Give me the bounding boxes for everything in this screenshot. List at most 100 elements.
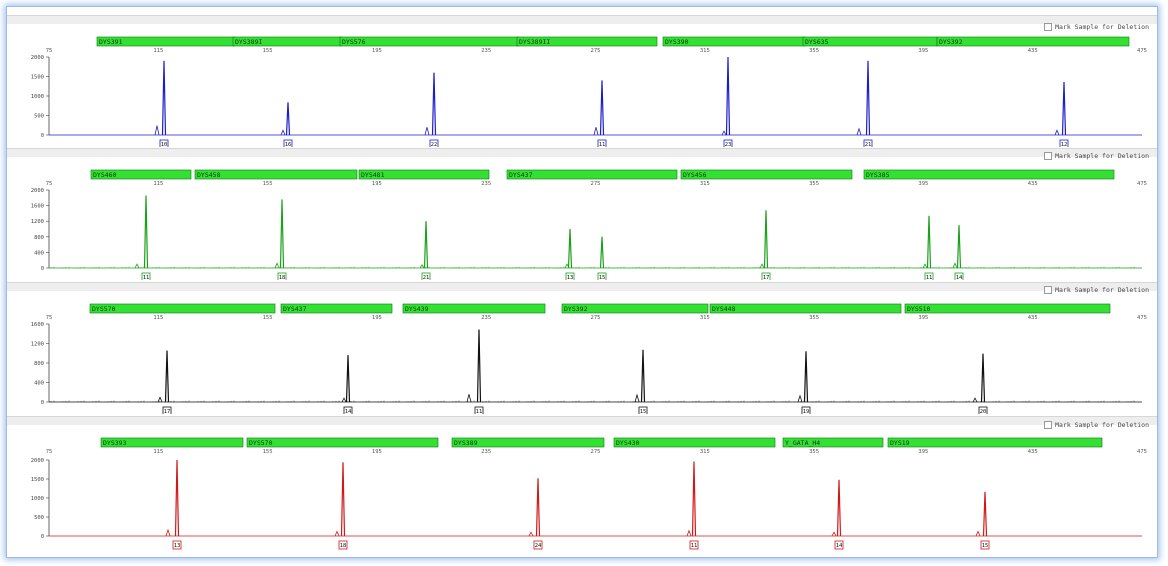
green-trace-plot[interactable]: DYS460 DYS458 DYS481 DYS437 DYS456 DYS385 75 11… [7, 148, 1157, 280]
allele-peak [161, 60, 167, 136]
marker-bin [936, 36, 1130, 47]
marker-name: DYS635 [805, 38, 829, 46]
allele-call-label: 17 [164, 409, 171, 414]
allele-call-label: 12 [1061, 142, 1068, 147]
stutter-peak [686, 529, 692, 537]
stutter-peak [419, 264, 425, 269]
allele-call-label: 21 [423, 275, 430, 280]
size-tick-label: 395 [918, 315, 928, 321]
size-tick-label: 115 [153, 181, 163, 187]
allele-call-label: 16 [285, 142, 292, 147]
allele-call-label: 14 [836, 543, 843, 549]
size-tick-label: 115 [153, 48, 163, 54]
size-tick-label: 275 [591, 449, 601, 455]
allele-peak [763, 210, 769, 269]
stutter-peak [721, 130, 727, 136]
allele-call-label: 13 [567, 275, 574, 280]
marker-name: DYS385 [866, 171, 890, 179]
size-tick-label: 435 [1028, 315, 1038, 321]
red-trace-plot[interactable]: DYS393 DYS570 DYS389 DYS430 Y_GATA_H4 DYS19 75… [7, 416, 1157, 554]
allele-peak [345, 355, 351, 403]
size-tick-label: 315 [700, 315, 710, 321]
allele-peak [980, 353, 986, 403]
allele-call-label: 15 [982, 543, 989, 549]
y-tick-label: 1200 [31, 219, 44, 225]
allele-call-label: 11 [691, 543, 698, 549]
blue-trace-plot[interactable]: DYS391 DYS389I DYS576 DYS389II DYS390 DYS635 D… [7, 15, 1157, 147]
marker-name: DYS448 [712, 305, 736, 313]
marker-name: DYS430 [616, 439, 640, 447]
allele-peak [285, 102, 291, 136]
allele-call-label: 15 [599, 275, 606, 280]
size-tick-label: 475 [1137, 48, 1147, 54]
size-tick-label: 475 [1137, 181, 1147, 187]
marker-bin [506, 169, 678, 180]
red-dye-panel: Mark Sample for Deletion DYS393 DYS570 DYS… [7, 416, 1157, 554]
size-tick-label: 195 [372, 315, 382, 321]
size-tick-label: 355 [809, 181, 819, 187]
allele-peak [640, 349, 646, 403]
marker-name: DYS439 [405, 305, 429, 313]
allele-peak [340, 462, 346, 537]
size-tick-label: 475 [1137, 449, 1147, 455]
allele-call-label: 21 [865, 142, 872, 147]
allele-peak [725, 56, 731, 136]
y-tick-label: 800 [34, 361, 44, 367]
green-dye-panel: Mark Sample for Deletion DYS460 DYS458 DYS… [7, 148, 1157, 280]
marker-name: DYS460 [93, 171, 117, 179]
y-tick-label: 1500 [31, 477, 44, 483]
y-tick-label: 1000 [31, 94, 44, 100]
blue-dye-panel: Mark Sample for Deletion DYS391 DYS389I DY… [7, 15, 1157, 147]
allele-peak [803, 351, 809, 403]
y-tick-label: 2000 [31, 55, 44, 61]
black-trace-plot[interactable]: DYS570 DYS437 DYS439 DYS392 DYS448 DYS510 75 11… [7, 282, 1157, 414]
allele-call-label: 19 [803, 409, 810, 414]
size-tick-label: 235 [481, 315, 491, 321]
size-tick-label: 395 [918, 48, 928, 54]
marker-name: DYS570 [249, 439, 273, 447]
stutter-peak [341, 397, 347, 403]
allele-peak [164, 350, 170, 403]
size-tick-label: 235 [481, 449, 491, 455]
allele-peak [865, 60, 871, 136]
marker-name: DYS389II [519, 38, 550, 46]
y-tick-label: 500 [34, 515, 44, 521]
y-tick-label: 400 [34, 381, 44, 387]
allele-call-label: 17 [763, 275, 770, 280]
black-dye-panel: Mark Sample for Deletion DYS570 DYS437 DYS… [7, 282, 1157, 414]
marker-name: DYS481 [361, 171, 385, 179]
marker-name: DYS437 [283, 305, 307, 313]
size-tick-label: 315 [700, 181, 710, 187]
allele-call-label: 23 [725, 142, 732, 147]
marker-name: DYS458 [197, 171, 221, 179]
allele-call-label: 11 [926, 275, 933, 280]
size-tick-label: 75 [46, 315, 53, 321]
stutter-peak [466, 394, 472, 403]
marker-name: DYS437 [509, 171, 533, 179]
marker-name: DYS19 [890, 439, 910, 447]
y-tick-label: 800 [34, 235, 44, 241]
stutter-peak [154, 125, 160, 136]
stutter-peak [952, 262, 958, 269]
allele-peak [982, 491, 988, 537]
marker-name: DYS576 [342, 38, 366, 46]
size-tick-label: 435 [1028, 181, 1038, 187]
size-tick-label: 275 [591, 48, 601, 54]
stutter-peak [134, 263, 140, 269]
y-tick-label: 2000 [31, 458, 44, 464]
stutter-peak [634, 393, 640, 403]
marker-name: DYS392 [564, 305, 588, 313]
allele-call-label: 20 [980, 409, 987, 414]
allele-peak [926, 215, 932, 269]
allele-peak [691, 461, 697, 537]
y-tick-label: 1600 [31, 204, 44, 210]
stutter-peak [593, 127, 599, 136]
size-tick-label: 115 [153, 449, 163, 455]
y-tick-label: 0 [41, 133, 44, 139]
stutter-peak [274, 262, 280, 269]
stutter-peak [922, 263, 928, 269]
size-tick-label: 75 [46, 449, 53, 455]
marker-bin [904, 303, 1111, 314]
electropherogram-window: Mark Sample for Deletion DYS391 DYS389I DY… [6, 6, 1158, 558]
size-tick-label: 75 [46, 181, 53, 187]
